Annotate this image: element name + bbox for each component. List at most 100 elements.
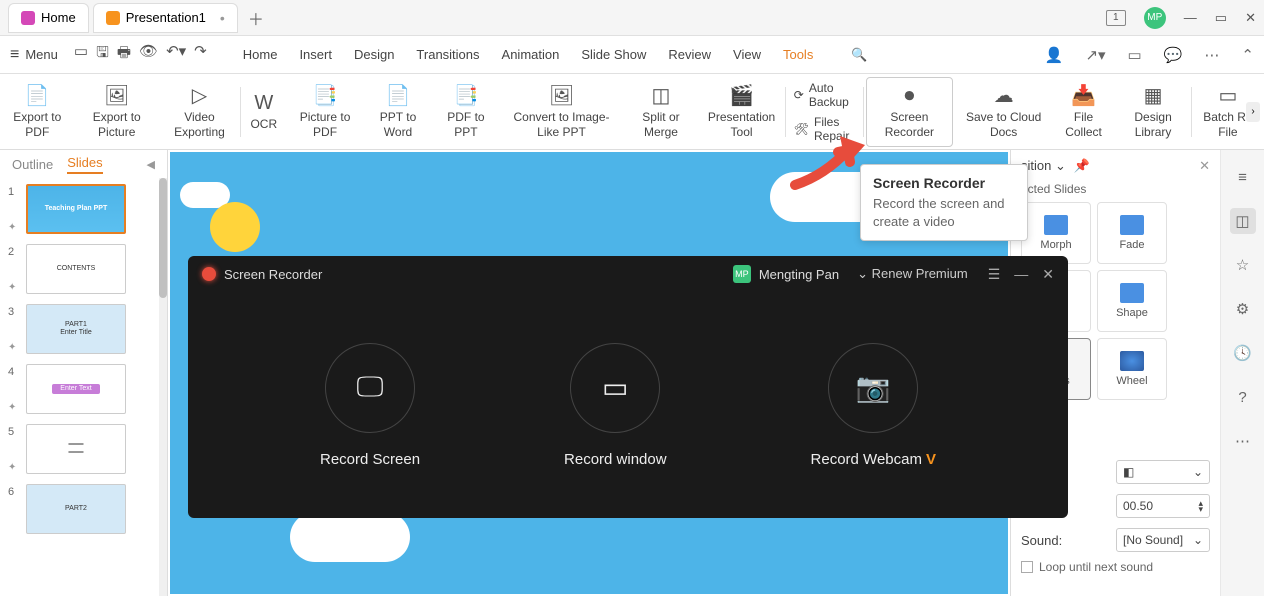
rib-file-collect[interactable]: 📥File Collect [1052,74,1115,149]
trans-wheel[interactable]: Wheel [1097,338,1167,400]
ribbon-scroll-right[interactable]: › [1246,102,1260,122]
batch-icon: ▭ [1218,84,1237,108]
rail-settings-icon[interactable]: ⚙ [1230,296,1256,322]
rib-presentation-tool[interactable]: 🎬Presentation Tool [698,74,785,149]
trans-shape[interactable]: Shape [1097,270,1167,332]
rail-collapse-icon[interactable]: ≡ [1230,164,1256,190]
rail-star-icon[interactable]: ☆ [1230,252,1256,278]
rail-history-icon[interactable]: 🕓 [1230,340,1256,366]
anim-icon: ✦ [8,402,20,413]
save-icon[interactable]: 🖫 [96,42,109,67]
sr-close-icon[interactable]: ✕ [1042,266,1054,283]
sr-minimize-icon[interactable]: — [1014,266,1028,283]
rail-more-icon[interactable]: ⋯ [1230,428,1256,454]
pdf-ppt-icon: 📑 [453,84,478,108]
loop-checkbox[interactable]: Loop until next sound [1021,560,1210,574]
rib-export-picture[interactable]: 🖼Export to Picture [75,74,159,149]
thumb-scrollbar[interactable] [159,178,167,596]
sr-menu-icon[interactable]: ☰ [988,266,1001,283]
eraser-icon: ◧ [1123,465,1134,479]
rib-pdf-to-ppt[interactable]: 📑PDF to PPT [433,74,499,149]
chat-icon[interactable]: 💬 [1164,46,1183,64]
rib-convert-imagelike[interactable]: 🖼Convert to Image-Like PPT [499,74,624,149]
screen-counter[interactable]: 1 [1106,10,1126,26]
rib-cloud-docs[interactable]: ☁Save to Cloud Docs [955,74,1052,149]
rail-transition-icon[interactable]: ◫ [1230,208,1256,234]
rib-design-library[interactable]: ▦Design Library [1115,74,1191,149]
rib-export-pdf[interactable]: 📄Export to PDF [0,74,75,149]
rib-ocr[interactable]: WOCR [241,74,287,149]
open-icon[interactable]: ▭ [74,42,88,67]
menu-tab-review[interactable]: Review [668,47,711,63]
sr-renew-premium[interactable]: ⌄ Renew Premium [857,266,968,282]
menu-tab-view[interactable]: View [733,47,761,63]
rib-ppt-to-word[interactable]: 📄PPT to Word [363,74,432,149]
thumb-1[interactable]: Teaching Plan PPT [26,184,126,234]
trans-fade[interactable]: Fade [1097,202,1167,264]
add-tab-button[interactable]: ＋ [248,6,264,30]
rib-video-export[interactable]: ▷Video Exporting [159,74,240,149]
menu-tab-insert[interactable]: Insert [299,47,332,63]
close-panel-icon[interactable]: ✕ [1199,158,1210,174]
rib-split-merge[interactable]: ◫Split or Merge [624,74,698,149]
quick-access-toolbar: ▭ 🖫 🖶 👁 ↶▾ ↷ [74,42,207,67]
menu-tab-home[interactable]: Home [243,47,278,63]
hamburger-icon[interactable]: ≡ [10,46,19,64]
left-panel-tabs: Outline Slides ◀ [0,150,167,178]
speed-input[interactable]: 00.50▴▾ [1116,494,1210,518]
user-avatar[interactable]: MP [1144,7,1166,29]
trans-morph[interactable]: Morph [1021,202,1091,264]
sr-user-avatar[interactable]: MP [733,265,751,283]
close-button[interactable]: ✕ [1245,10,1256,26]
menu-tab-animation[interactable]: Animation [502,47,560,63]
preview-icon[interactable]: 👁 [139,42,158,67]
sun-shape [210,202,260,252]
rail-help-icon[interactable]: ? [1230,384,1256,410]
wheel-icon [1120,351,1144,371]
outline-tab[interactable]: Outline [12,157,53,172]
thumb-3[interactable]: PART1Enter Title [26,304,126,354]
right-side-rail: ≡ ◫ ☆ ⚙ 🕓 ? ⋯ [1220,150,1264,596]
menu-tab-tools[interactable]: Tools [783,47,813,63]
search-icon[interactable]: 🔍 [851,47,867,63]
thumb-2[interactable]: CONTENTS [26,244,126,294]
menu-tab-design[interactable]: Design [354,47,394,63]
more-icon[interactable]: ⋯ [1204,46,1219,64]
sr-record-webcam[interactable]: 📷 Record WebcamV [811,343,936,468]
sr-record-screen[interactable]: 🖵 Record Screen [320,343,420,468]
rib-auto-backup[interactable]: ⟳Auto Backup [794,81,855,109]
minimize-button[interactable]: — [1184,10,1197,25]
redo-icon[interactable]: ↷ [194,42,207,67]
sr-record-window[interactable]: ▭ Record window [564,343,667,468]
annotation-arrow-icon [790,130,870,190]
print-icon[interactable]: 🖶 [117,42,131,67]
tab-doc-label: Presentation1 [126,10,206,25]
window-icon: ▭ [602,371,628,404]
tooltip-title: Screen Recorder [873,175,1015,191]
thumb-5[interactable]: ══════ [26,424,126,474]
maximize-button[interactable]: ▭ [1215,10,1227,26]
menu-label[interactable]: Menu [25,47,58,62]
thumb-4[interactable]: Enter Text [26,364,126,414]
collapse-left-icon[interactable]: ◀ [147,158,155,171]
export-icon[interactable]: ↗▾ [1085,46,1105,64]
pin-icon[interactable]: 📌 [1074,158,1090,174]
effect-options-dropdown[interactable]: ◧⌄ [1116,460,1210,484]
tab-home[interactable]: Home [8,3,89,33]
cloud-icon[interactable]: ▭ [1128,46,1142,64]
tooltip-screen-recorder: Screen Recorder Record the screen and cr… [860,164,1028,241]
sound-dropdown[interactable]: [No Sound]⌄ [1116,528,1210,552]
tooltip-body: Record the screen and create a video [873,195,1015,230]
menu-tab-slideshow[interactable]: Slide Show [581,47,646,63]
menu-right-controls: 👤 ↗▾ ▭ 💬 ⋯ ⌃ [1045,46,1254,64]
rib-screen-recorder[interactable]: ⏺Screen Recorder [866,77,954,147]
slides-tab[interactable]: Slides [67,155,102,174]
tab-document[interactable]: Presentation1 • [93,3,238,33]
menu-tabs: Home Insert Design Transitions Animation… [243,47,868,63]
collapse-icon[interactable]: ⌃ [1241,46,1254,64]
rib-pic-to-pdf[interactable]: 📑Picture to PDF [287,74,364,149]
thumb-6[interactable]: PART2 [26,484,126,534]
menu-tab-transitions[interactable]: Transitions [416,47,479,63]
share-icon[interactable]: 👤 [1045,46,1064,64]
undo-icon[interactable]: ↶▾ [166,42,186,67]
